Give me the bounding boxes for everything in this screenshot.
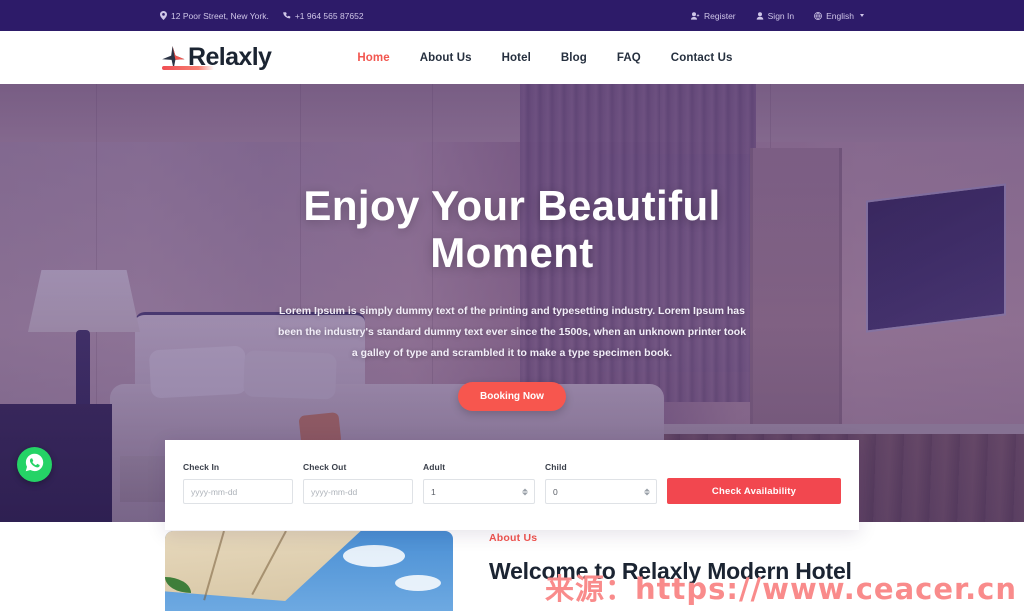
adult-spinner-icon[interactable] bbox=[521, 485, 529, 498]
site-logo[interactable]: Relaxly bbox=[160, 44, 272, 72]
booking-now-button[interactable]: Booking Now bbox=[458, 382, 566, 412]
topbar-account-group: Register Sign In English bbox=[690, 10, 864, 21]
child-input[interactable] bbox=[545, 479, 657, 504]
nav-link-blog[interactable]: Blog bbox=[561, 52, 587, 64]
address-item: 12 Poor Street, New York. bbox=[160, 11, 269, 21]
main-navbar: Relaxly Home About Us Hotel Blog FAQ Con… bbox=[0, 31, 1024, 84]
nav-links: Home About Us Hotel Blog FAQ Contact Us bbox=[357, 52, 732, 64]
language-label: English bbox=[826, 10, 854, 21]
address-text: 12 Poor Street, New York. bbox=[171, 10, 269, 21]
about-section: About Us Welcome to Relaxly Modern Hotel bbox=[0, 522, 1024, 611]
signin-link[interactable]: Sign In bbox=[756, 11, 794, 21]
nav-link-hotel[interactable]: Hotel bbox=[502, 52, 531, 64]
topbar-contact-group: 12 Poor Street, New York. +1 964 565 876… bbox=[160, 11, 364, 21]
check-out-input[interactable] bbox=[303, 479, 413, 504]
check-out-field: Check Out bbox=[303, 462, 413, 504]
check-out-label: Check Out bbox=[303, 462, 347, 472]
adult-label: Adult bbox=[423, 462, 446, 472]
booking-fields-row: Check In Check Out Adult Child bbox=[183, 462, 841, 504]
hero-title-line-1: Enjoy Your Beautiful bbox=[303, 182, 721, 229]
nav-link-home[interactable]: Home bbox=[357, 52, 389, 64]
whatsapp-float-button[interactable] bbox=[17, 447, 52, 482]
adult-input[interactable] bbox=[423, 479, 535, 504]
whatsapp-icon bbox=[24, 452, 45, 478]
about-text-block: About Us Welcome to Relaxly Modern Hotel bbox=[489, 522, 852, 611]
nav-link-contact-us[interactable]: Contact Us bbox=[671, 52, 733, 64]
check-in-input[interactable] bbox=[183, 479, 293, 504]
check-in-label: Check In bbox=[183, 462, 220, 472]
hero-title-line-2: Moment bbox=[430, 229, 594, 277]
hero-title: Enjoy Your Beautiful Moment bbox=[0, 182, 1024, 276]
hero-description: Lorem Ipsum is simply dummy text of the … bbox=[277, 305, 747, 360]
chevron-down-icon bbox=[860, 14, 864, 17]
language-selector[interactable]: English bbox=[814, 11, 864, 21]
child-spinner-icon[interactable] bbox=[643, 485, 651, 498]
user-plus-icon bbox=[690, 11, 700, 20]
top-utility-bar: 12 Poor Street, New York. +1 964 565 876… bbox=[0, 0, 1024, 31]
hero-content: Enjoy Your Beautiful Moment Lorem Ipsum … bbox=[0, 84, 1024, 412]
check-availability-button[interactable]: Check Availability bbox=[667, 478, 841, 504]
check-in-field: Check In bbox=[183, 462, 293, 504]
globe-icon bbox=[814, 11, 823, 20]
phone-item[interactable]: +1 964 565 87652 bbox=[283, 11, 364, 21]
phone-text: +1 964 565 87652 bbox=[294, 10, 364, 21]
signin-label: Sign In bbox=[767, 10, 795, 21]
adult-field: Adult bbox=[423, 462, 535, 504]
about-heading: Welcome to Relaxly Modern Hotel bbox=[489, 558, 852, 584]
adult-stepper bbox=[423, 479, 535, 504]
nav-link-about-us[interactable]: About Us bbox=[420, 52, 472, 64]
logo-swoosh-decoration bbox=[162, 65, 214, 70]
user-icon bbox=[756, 11, 764, 20]
register-label: Register bbox=[703, 10, 736, 21]
about-image bbox=[165, 531, 453, 611]
phone-icon bbox=[283, 11, 291, 20]
nav-link-faq[interactable]: FAQ bbox=[617, 52, 641, 64]
location-pin-icon bbox=[160, 11, 167, 20]
page-root: 12 Poor Street, New York. +1 964 565 876… bbox=[0, 0, 1024, 611]
child-label: Child bbox=[545, 462, 567, 472]
child-stepper bbox=[545, 479, 657, 504]
booking-search-panel: Check In Check Out Adult Child bbox=[165, 440, 859, 530]
about-kicker: About Us bbox=[489, 532, 538, 544]
child-field: Child bbox=[545, 462, 657, 504]
register-link[interactable]: Register bbox=[690, 10, 736, 21]
